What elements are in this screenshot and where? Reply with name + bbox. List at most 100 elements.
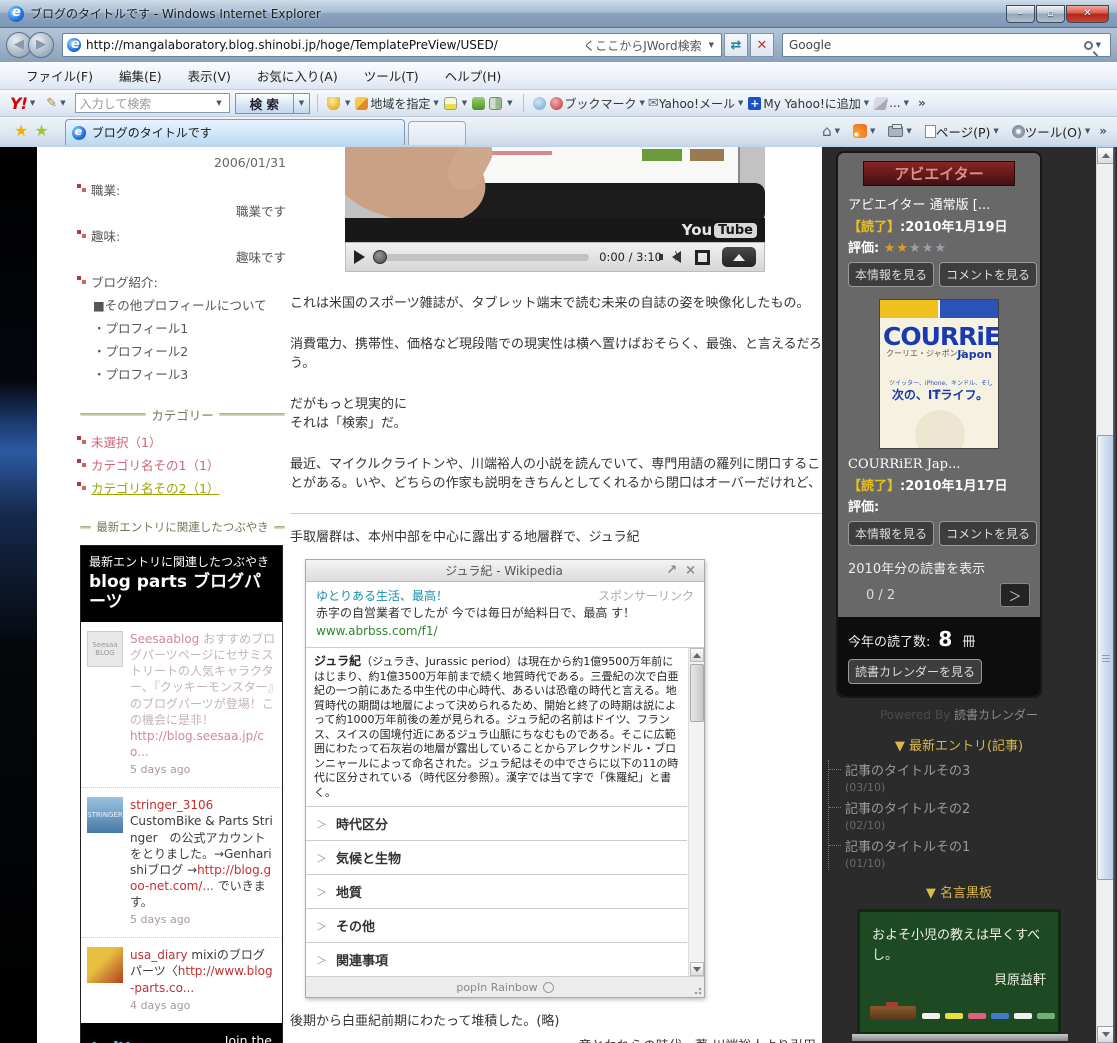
yahoo-search-input[interactable]: 入力して検索 ▼	[74, 93, 230, 113]
eraser-icon[interactable]	[872, 96, 889, 110]
show-year-link[interactable]: 2010年分の読書を表示	[848, 558, 1030, 577]
print-dropdown-icon[interactable]: ▼	[906, 127, 911, 135]
book-cover[interactable]: COURRiER Japon クーリエ・ジャポン 2 ツイッター、iPhone、…	[879, 299, 999, 449]
page-icon[interactable]	[924, 124, 936, 138]
popup-scroll-up-icon[interactable]	[690, 648, 704, 663]
yahoo-logo-dropdown-icon[interactable]: ▼	[30, 99, 35, 107]
main-scrollbar[interactable]	[1096, 147, 1114, 1043]
mail-envelope-icon[interactable]: ✉	[648, 96, 659, 111]
accordion-section[interactable]: ＞関連事項	[306, 942, 687, 976]
scroll-up-icon[interactable]	[1097, 147, 1114, 164]
close-button[interactable]: ✕	[1066, 4, 1109, 23]
popup-titlebar[interactable]: ジュラ紀 - Wikipedia ↗ ×	[306, 560, 704, 582]
expand-button[interactable]	[722, 247, 756, 267]
volume-icon[interactable]	[659, 249, 681, 263]
popin-brand[interactable]: popIn Rainbow	[456, 981, 537, 994]
stop-button[interactable]: ✕	[750, 33, 774, 57]
download-arrow-icon[interactable]	[472, 96, 486, 110]
play-button[interactable]	[354, 250, 365, 264]
command-overflow-icon[interactable]: »	[1099, 124, 1107, 138]
book-title-link[interactable]: COURRiER Jap...	[848, 457, 1030, 472]
shield-dropdown-icon[interactable]: ▼	[345, 99, 350, 107]
pencil-dropdown-icon[interactable]: ▼	[60, 99, 65, 107]
book-comment-button[interactable]: コメントを見る	[939, 262, 1038, 287]
youtube-player[interactable]: You Tube 0:00 / 3:10	[345, 147, 765, 272]
sponsor-url-link[interactable]: www.abrbss.com/f1/	[316, 623, 694, 640]
region-dropdown-icon[interactable]: ▼	[433, 99, 438, 107]
region-icon[interactable]	[355, 96, 369, 110]
add-myyahoo-icon[interactable]: +	[748, 96, 762, 110]
tweet-url-link[interactable]: http://blog.seesaa.jp/co...	[130, 729, 264, 759]
mail-dropdown-icon[interactable]: ▼	[738, 99, 743, 107]
calendar-credit-link[interactable]: 読書カレンダー	[954, 708, 1038, 722]
scroll-down-icon[interactable]	[1097, 1026, 1114, 1043]
popup-close-icon[interactable]: ×	[685, 563, 696, 578]
profile-link-3[interactable]: ・プロフィール3	[75, 364, 290, 383]
menu-edit[interactable]: 編集(E)	[119, 66, 162, 85]
forward-button[interactable]: ▶	[28, 32, 54, 58]
book-info-button[interactable]: 本情報を見る	[848, 521, 935, 546]
popup-scroll-down-icon[interactable]	[690, 962, 704, 977]
progress-bar[interactable]	[373, 249, 590, 264]
category-link-3[interactable]: カテゴリ名その2（1）	[91, 478, 219, 497]
toolbar-overflow-icon[interactable]: »	[918, 96, 926, 110]
progress-knob[interactable]	[373, 249, 387, 264]
popup-expand-icon[interactable]: ↗	[666, 563, 677, 578]
accordion-section[interactable]: ＞地質	[306, 874, 687, 908]
url-text[interactable]: http://mangalaboratory.blog.shinobi.jp/h…	[86, 38, 579, 52]
tweet-user-link[interactable]: stringer_3106	[130, 798, 213, 812]
entry-item[interactable]: 記事のタイトルその1 (01/10)	[829, 836, 1096, 870]
minimize-button[interactable]: –	[1006, 4, 1035, 23]
page-dropdown-icon[interactable]: ▼	[993, 127, 998, 135]
book-dropdown-icon[interactable]: ▼	[507, 99, 512, 107]
more-dropdown-icon[interactable]: ▼	[904, 99, 909, 107]
tools-dropdown-icon[interactable]: ▼	[1085, 127, 1090, 135]
book-title-link[interactable]: アビエイター 通常版 [...	[848, 194, 1030, 213]
window-titlebar[interactable]: ブログのタイトルです - Windows Internet Explorer –…	[0, 0, 1117, 28]
print-icon[interactable]	[888, 123, 904, 137]
tweet-user-link[interactable]: Seesaablog	[130, 632, 199, 646]
bookmarks-dropdown-icon[interactable]: ▼	[640, 99, 645, 107]
favorites-star-icon[interactable]: ★	[14, 121, 28, 140]
globe-star-icon[interactable]	[532, 96, 546, 110]
search-dropdown-icon[interactable]: ▼	[1096, 41, 1101, 49]
more-label[interactable]: ...	[889, 96, 900, 110]
region-label[interactable]: 地域を指定	[370, 95, 430, 112]
gear-icon[interactable]	[1011, 124, 1025, 138]
bookmarks-label[interactable]: ブックマーク	[565, 95, 637, 112]
menu-favorites[interactable]: お気に入り(A)	[257, 66, 338, 85]
restore-button[interactable]: ▫	[1036, 4, 1065, 23]
accordion-section[interactable]: ＞気候と生物	[306, 840, 687, 874]
address-field[interactable]: http://mangalaboratory.blog.shinobi.jp/h…	[62, 33, 722, 57]
highlighter-icon[interactable]	[443, 96, 457, 110]
pencil-icon[interactable]: ✎	[46, 96, 57, 111]
rss-dropdown-icon[interactable]: ▼	[870, 127, 875, 135]
search-box[interactable]: Google ▼	[782, 33, 1111, 57]
yahoo-mail-label[interactable]: Yahoo!メール	[659, 95, 735, 112]
page-menu-label[interactable]: ページ(P)	[936, 122, 991, 141]
refresh-button[interactable]: ⇄	[724, 33, 748, 57]
video-frame[interactable]	[345, 147, 765, 218]
entry-item[interactable]: 記事のタイトルその3 (03/10)	[829, 760, 1096, 794]
avatar[interactable]	[87, 947, 123, 984]
home-dropdown-icon[interactable]: ▼	[835, 127, 840, 135]
twitter-logo[interactable]: twitter	[91, 1039, 151, 1043]
popup-scroll-thumb[interactable]	[690, 664, 704, 723]
avatar[interactable]: Seesaa BLOG	[87, 630, 123, 667]
avatar[interactable]: STRINGER	[87, 797, 123, 834]
tab-active[interactable]: ブログのタイトルです	[64, 119, 405, 145]
search-icon[interactable]	[1083, 40, 1093, 50]
menu-tools[interactable]: ツール(T)	[364, 66, 419, 85]
calendar-button[interactable]: 読書カレンダーを見る	[848, 659, 983, 684]
jword-dropdown-icon[interactable]: ▼	[709, 41, 714, 49]
popup-resize-grip[interactable]	[694, 987, 702, 996]
book-comment-button[interactable]: コメントを見る	[939, 521, 1038, 546]
home-icon[interactable]: ⌂	[822, 122, 832, 140]
pager-next-button[interactable]: ＞	[1000, 583, 1030, 607]
popup-scrollbar[interactable]	[688, 648, 704, 977]
yahoo-search-button[interactable]: 検 索	[234, 92, 294, 114]
menu-file[interactable]: ファイル(F)	[26, 66, 93, 85]
profile-link-2[interactable]: ・プロフィール2	[75, 341, 290, 360]
category-link-1[interactable]: 未選択（1）	[91, 432, 161, 451]
myyahoo-label[interactable]: My Yahoo!に追加	[763, 95, 860, 112]
